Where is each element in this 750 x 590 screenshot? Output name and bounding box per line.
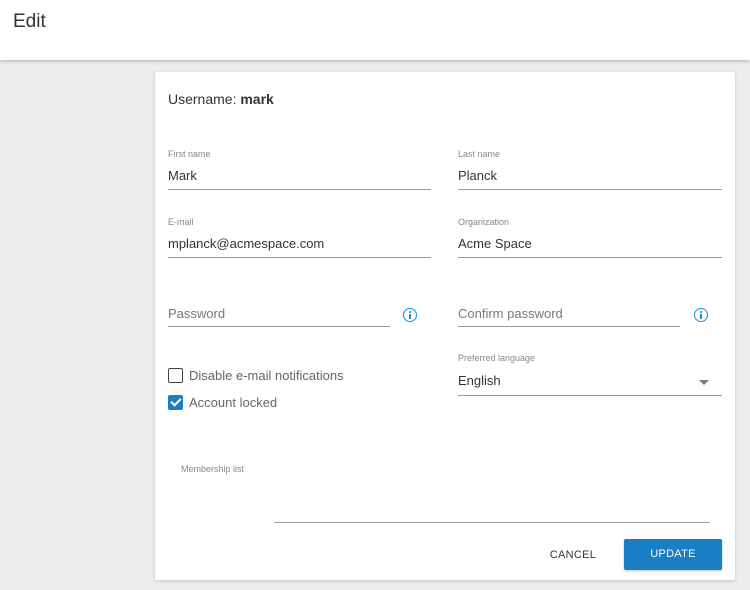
confirm-password-info-icon[interactable] — [694, 308, 708, 322]
username-value: mark — [240, 91, 274, 107]
preferred-language-select[interactable]: Preferred language English — [458, 353, 722, 396]
disable-notifications-label[interactable]: Disable e-mail notifications — [189, 368, 344, 383]
account-locked-checkbox-row[interactable]: Account locked — [168, 395, 277, 410]
page-title: Edit — [13, 11, 46, 32]
first-name-label: First name — [168, 149, 211, 159]
last-name-value[interactable]: Planck — [458, 168, 497, 183]
preferred-language-underline — [458, 395, 722, 396]
first-name-value[interactable]: Mark — [168, 168, 197, 183]
email-field[interactable]: E-mail mplanck@acmespace.com — [168, 217, 431, 258]
password-info-icon[interactable] — [403, 308, 417, 322]
confirm-password-placeholder: Confirm password — [458, 306, 563, 321]
edit-user-card: Username: mark First name Mark Last name… — [155, 72, 735, 580]
password-placeholder: Password — [168, 306, 226, 321]
organization-underline — [458, 257, 722, 258]
top-bar: Edit — [0, 0, 750, 60]
preferred-language-value[interactable]: English — [458, 373, 501, 388]
update-button[interactable]: UPDATE — [624, 539, 722, 570]
last-name-label: Last name — [458, 149, 501, 159]
username-display: Username: mark — [168, 91, 274, 107]
email-value[interactable]: mplanck@acmespace.com — [168, 236, 324, 251]
membership-list-input[interactable] — [274, 522, 710, 523]
organization-value[interactable]: Acme Space — [458, 236, 532, 251]
password-field[interactable]: Password — [168, 301, 390, 327]
last-name-field[interactable]: Last name Planck — [458, 149, 722, 190]
confirm-password-field[interactable]: Confirm password — [458, 301, 680, 327]
preferred-language-label: Preferred language — [458, 353, 536, 363]
email-label: E-mail — [168, 217, 194, 227]
cancel-button[interactable]: CANCEL — [540, 540, 606, 570]
caret-down-icon[interactable] — [699, 380, 709, 385]
account-locked-checkbox[interactable] — [168, 395, 183, 410]
first-name-underline — [168, 189, 431, 190]
account-locked-label[interactable]: Account locked — [189, 395, 277, 410]
organization-label: Organization — [458, 217, 510, 227]
first-name-field[interactable]: First name Mark — [168, 149, 431, 190]
organization-field[interactable]: Organization Acme Space — [458, 217, 722, 258]
disable-notifications-checkbox[interactable] — [168, 368, 183, 383]
confirm-password-underline — [458, 326, 680, 327]
password-underline — [168, 326, 390, 327]
disable-notifications-checkbox-row[interactable]: Disable e-mail notifications — [168, 368, 344, 383]
membership-list-label: Membership list — [181, 464, 245, 474]
last-name-underline — [458, 189, 722, 190]
email-underline — [168, 257, 431, 258]
username-prefix: Username: — [168, 91, 237, 107]
